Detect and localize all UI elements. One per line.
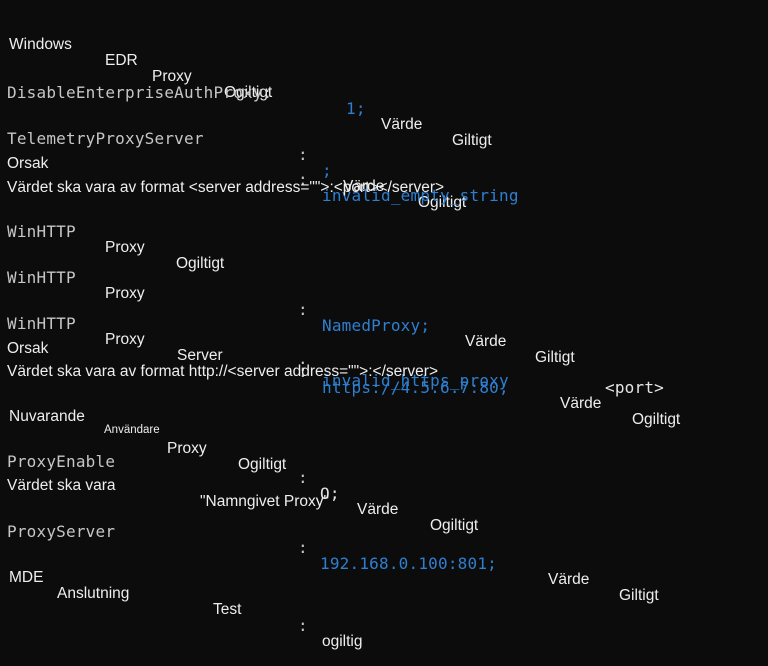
mde-connection-test-colon: : bbox=[298, 616, 308, 635]
section-winhttp-title-winhttp: WinHTTP bbox=[7, 222, 76, 241]
telemetry-proxy-server-colon: : bbox=[298, 145, 308, 164]
winhttp-proxy-colon: : bbox=[298, 300, 308, 319]
telemetry-proxy-server-hint: Värdet ska vara av format <server addres… bbox=[7, 179, 445, 196]
winhttp-proxy-server-hint: Värdet ska vara av format http://<server… bbox=[7, 363, 438, 380]
proxy-enable-hint-value: "Namngivet Proxy" bbox=[200, 493, 330, 510]
section-edr-title-windows: Windows bbox=[9, 36, 72, 53]
winhttp-proxy-server-status: Ogiltigt bbox=[632, 411, 681, 428]
proxy-enable-key: ProxyEnable bbox=[7, 452, 116, 471]
winhttp-proxy-server-hint-suffix: <port> bbox=[605, 378, 664, 397]
winhttp-proxy-key-a: WinHTTP bbox=[7, 268, 76, 287]
entry-telemetry-proxy-server-hint: Värdet ska vara av format <server addres… bbox=[0, 164, 444, 212]
mde-connection-test-value: ogiltig bbox=[322, 633, 363, 650]
proxy-server-colon: : bbox=[298, 538, 308, 557]
winhttp-proxy-label: Värde bbox=[465, 333, 507, 350]
console-output: Windows EDR Proxy Ogiltigt DisableEnterp… bbox=[0, 0, 768, 649]
winhttp-proxy-key-b: Proxy bbox=[105, 285, 145, 302]
proxy-server-key: ProxyServer bbox=[7, 522, 116, 541]
disable-enterprise-auth-proxy-status: Giltigt bbox=[452, 132, 492, 149]
mde-connection-test-key-c: Test bbox=[213, 601, 242, 618]
proxy-enable-colon: : bbox=[298, 468, 308, 487]
section-user-status: Ogiltigt bbox=[238, 456, 287, 473]
section-winhttp-status: Ogiltigt bbox=[176, 255, 225, 272]
winhttp-proxy-server-key-c: Server bbox=[177, 347, 223, 364]
proxy-enable-status: Ogiltigt bbox=[430, 517, 479, 534]
section-user-title-user: Användare bbox=[104, 424, 160, 436]
telemetry-proxy-server-value: ; bbox=[322, 161, 332, 180]
section-winhttp-title-proxy: Proxy bbox=[105, 239, 145, 256]
proxy-enable-label: Värde bbox=[357, 501, 399, 518]
mde-connection-test-key-a: MDE bbox=[9, 569, 44, 586]
mde-connection-test-key-b: Anslutning bbox=[57, 585, 130, 602]
disable-enterprise-auth-proxy-value: 1; bbox=[346, 99, 366, 118]
proxy-server-value: 192.168.0.100:801; bbox=[320, 554, 497, 573]
winhttp-proxy-status: Giltigt bbox=[535, 349, 575, 366]
proxy-server-label: Värde bbox=[548, 571, 590, 588]
winhttp-proxy-server-label: Värde bbox=[560, 395, 602, 412]
winhttp-proxy-server-key-b: Proxy bbox=[105, 331, 145, 348]
telemetry-proxy-server-key: TelemetryProxyServer bbox=[7, 129, 204, 148]
proxy-server-status: Giltigt bbox=[619, 587, 659, 604]
section-edr-title-edr: EDR bbox=[105, 52, 138, 69]
proxy-enable-hint-label: Värdet ska vara bbox=[7, 477, 116, 494]
section-user-title-current: Nuvarande bbox=[9, 408, 85, 425]
disable-enterprise-auth-proxy-key: DisableEnterpriseAuthProxy: bbox=[7, 83, 273, 102]
winhttp-proxy-value: NamedProxy; bbox=[322, 316, 431, 335]
entry-mde-connection-test: MDE Anslutning Test : ogiltig bbox=[0, 554, 363, 666]
section-user-title-proxy: Proxy bbox=[167, 440, 207, 457]
disable-enterprise-auth-proxy-label: Värde bbox=[381, 116, 423, 133]
